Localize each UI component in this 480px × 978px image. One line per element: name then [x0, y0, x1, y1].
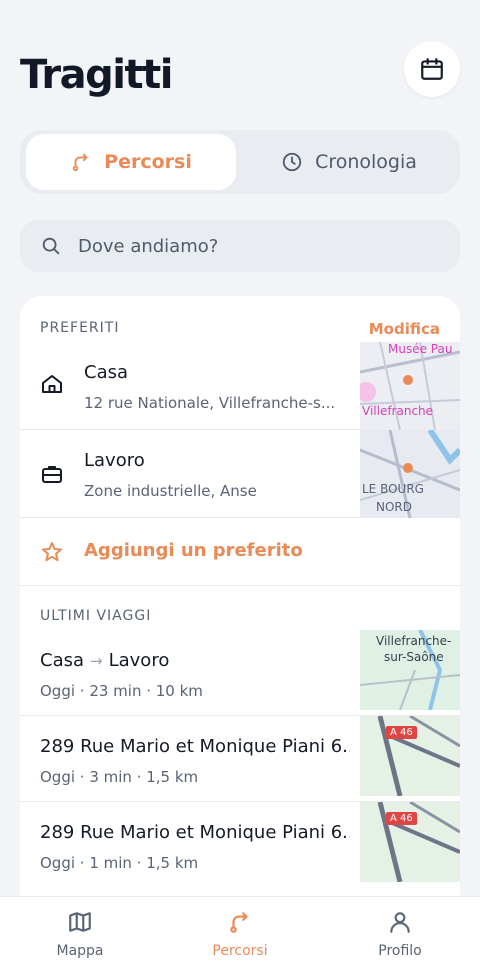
trip-item[interactable]: 289 Rue Mario et Monique Piani 6... Oggi… — [20, 802, 460, 888]
map-label: NORD — [376, 500, 412, 514]
add-favorite-button[interactable]: Aggiungi un preferito — [20, 518, 460, 586]
trip-title: 289 Rue Mario et Monique Piani 6... — [40, 736, 350, 757]
map-thumbnail: LE BOURG NORD — [360, 430, 460, 518]
trip-item[interactable]: Casa → Lavoro Oggi · 23 min · 10 km Vill… — [20, 630, 460, 716]
nav-item-mappa[interactable]: Mappa — [20, 909, 140, 959]
tab-percorsi-label: Percorsi — [104, 151, 192, 173]
home-icon — [42, 375, 62, 393]
favorites-section-label: PREFERITI — [40, 320, 120, 336]
briefcase-icon — [42, 466, 62, 483]
map-icon — [69, 912, 91, 932]
map-thumbnail: A 46 — [360, 802, 460, 882]
map-label: sur-Saône — [384, 650, 444, 664]
trip-title-text: 289 Rue Mario et Monique Piani 6... — [40, 736, 350, 757]
arrow-right-icon: → — [90, 651, 103, 670]
segmented-control: Percorsi Cronologia — [20, 130, 460, 194]
trip-title: Casa → Lavoro — [40, 650, 350, 671]
calendar-icon — [421, 58, 443, 80]
search-icon — [42, 237, 60, 255]
road-badge: A 46 — [386, 812, 417, 825]
favorite-item-lavoro[interactable]: Lavoro Zone industrielle, Anse LE BOURG … — [20, 430, 460, 518]
nav-item-profilo[interactable]: Profilo — [340, 909, 460, 959]
add-favorite-label: Aggiungi un preferito — [84, 540, 303, 561]
trip-item[interactable]: 289 Rue Mario et Monique Piani 6... Oggi… — [20, 716, 460, 802]
recent-section-label: ULTIMI VIAGGI — [40, 608, 152, 624]
map-label: Musée Pau — [388, 342, 453, 356]
map-label: Villefranche — [362, 404, 434, 418]
trip-meta: Oggi · 23 min · 10 km — [40, 682, 203, 700]
search-bar[interactable] — [20, 220, 460, 272]
tab-cronologia-label: Cronologia — [315, 151, 417, 173]
main-card: PREFERITI Modifica Casa 12 rue Nationale… — [20, 296, 460, 900]
map-label: LE BOURG — [362, 482, 424, 496]
trip-title: 289 Rue Mario et Monique Piani 6... — [40, 822, 350, 843]
trip-meta: Oggi · 1 min · 1,5 km — [40, 854, 199, 872]
tab-cronologia[interactable]: Cronologia — [244, 134, 454, 190]
route-icon — [72, 153, 88, 172]
nav-label: Percorsi — [212, 943, 268, 959]
nav-label: Profilo — [378, 943, 422, 959]
map-thumbnail: A 46 — [360, 716, 460, 796]
nav-item-percorsi[interactable]: Percorsi — [180, 909, 300, 959]
clock-icon — [282, 152, 302, 172]
trip-meta: Oggi · 3 min · 1,5 km — [40, 768, 199, 786]
page-title: Tragitti — [20, 52, 173, 98]
trip-to: Lavoro — [108, 650, 170, 671]
trip-from: Casa — [40, 650, 85, 671]
tab-percorsi[interactable]: Percorsi — [26, 134, 236, 190]
map-thumbnail: Musée Pau Villefranche — [360, 342, 460, 430]
nav-label: Mappa — [56, 943, 104, 959]
route-icon — [230, 912, 248, 933]
header: Tragitti — [0, 0, 480, 120]
map-thumbnail: Villefranche- sur-Saône — [360, 630, 460, 710]
favorite-name: Lavoro — [84, 450, 145, 471]
favorite-address: Zone industrielle, Anse — [84, 482, 257, 500]
star-icon — [42, 542, 62, 562]
profile-icon — [390, 912, 410, 933]
favorite-item-casa[interactable]: Casa 12 rue Nationale, Villefranche-s...… — [20, 342, 460, 430]
favorite-name: Casa — [84, 362, 129, 383]
edit-favorites-link[interactable]: Modifica — [369, 320, 440, 338]
calendar-button[interactable] — [404, 41, 460, 97]
search-input[interactable] — [78, 235, 418, 257]
map-label: Villefranche- — [376, 634, 452, 648]
bottom-nav: Mappa Percorsi Profilo — [0, 896, 480, 978]
road-badge: A 46 — [386, 726, 417, 739]
favorite-address: 12 rue Nationale, Villefranche-s... — [84, 394, 336, 412]
trip-title-text: 289 Rue Mario et Monique Piani 6... — [40, 822, 350, 843]
